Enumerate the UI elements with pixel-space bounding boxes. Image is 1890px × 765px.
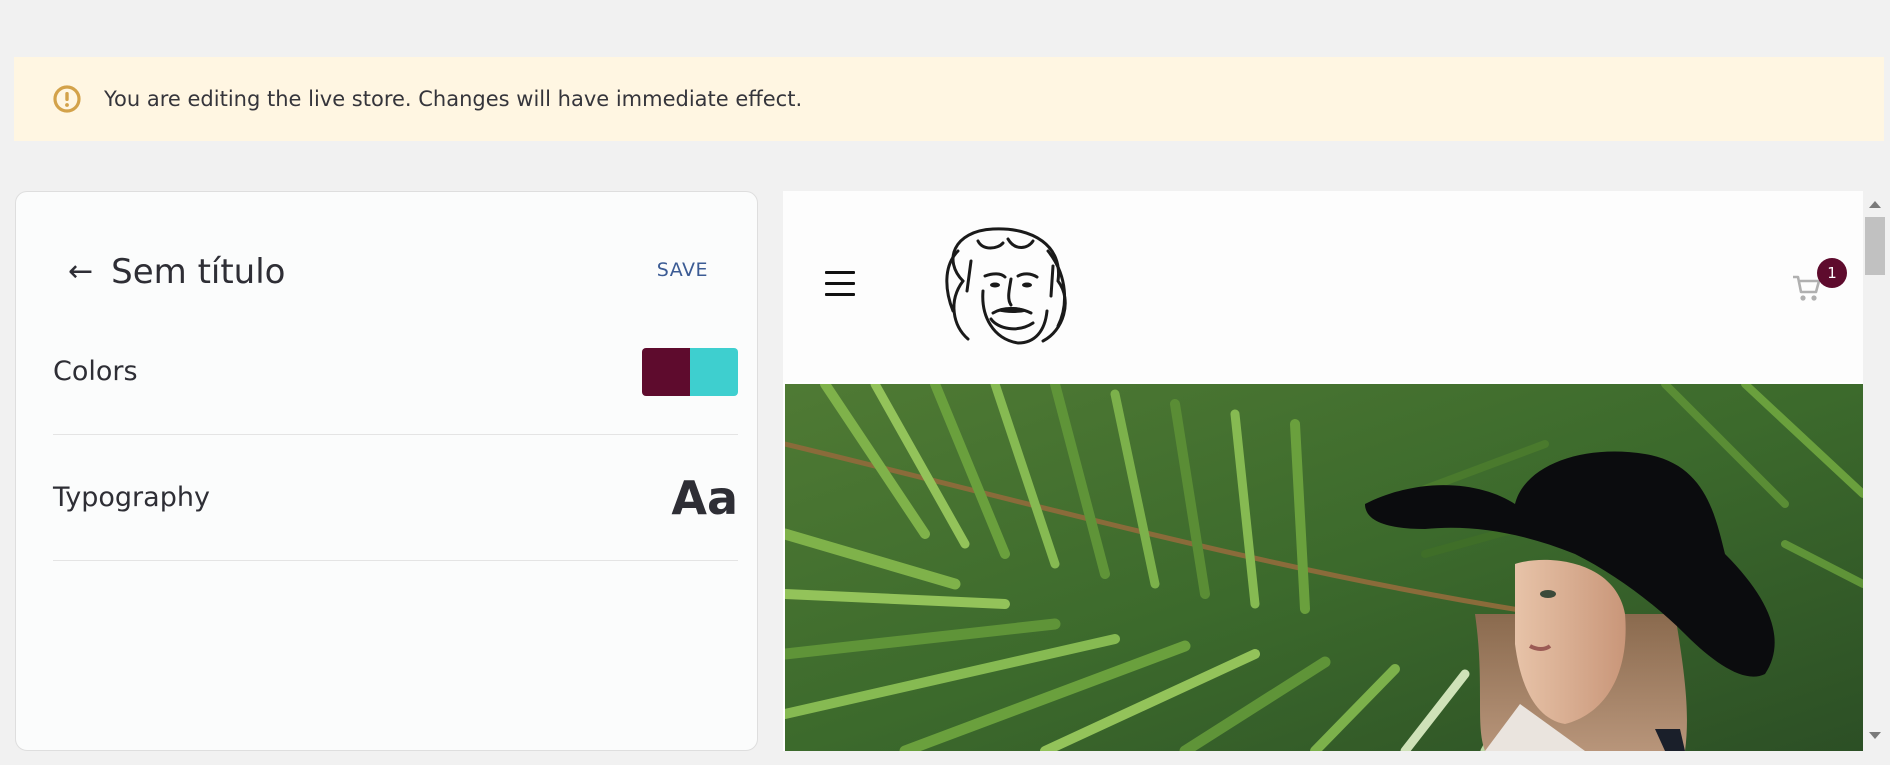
arrow-left-icon[interactable]: ← (68, 257, 93, 287)
store-header: 1 (783, 191, 1863, 382)
store-logo[interactable] (923, 221, 1083, 353)
hamburger-menu-icon[interactable] (825, 271, 855, 297)
preview-scrollbar[interactable] (1865, 191, 1885, 751)
hero-image (785, 384, 1863, 751)
typography-label: Typography (53, 482, 210, 513)
banner-message: You are editing the live store. Changes … (104, 87, 803, 111)
color-swatches[interactable] (642, 347, 738, 396)
theme-editor-panel: ← Sem título SAVE Colors Typography Aa (15, 191, 758, 751)
panel-header: ← Sem título SAVE (68, 247, 708, 297)
scroll-down-icon[interactable] (1869, 732, 1881, 739)
typography-setting-row[interactable]: Typography Aa (53, 435, 738, 561)
colors-setting-row[interactable]: Colors (53, 309, 738, 435)
scroll-thumb[interactable] (1865, 217, 1885, 275)
alert-circle-icon (52, 84, 82, 114)
colors-label: Colors (53, 356, 138, 387)
store-preview: 1 (783, 191, 1863, 751)
primary-color-swatch (642, 347, 690, 396)
cart-count-badge: 1 (1817, 258, 1847, 288)
scroll-up-icon[interactable] (1869, 201, 1881, 208)
typography-sample: Aa (671, 470, 738, 525)
live-store-warning-banner: You are editing the live store. Changes … (14, 57, 1884, 141)
secondary-color-swatch (690, 347, 738, 396)
save-button[interactable]: SAVE (657, 259, 708, 281)
theme-title: Sem título (111, 252, 286, 292)
